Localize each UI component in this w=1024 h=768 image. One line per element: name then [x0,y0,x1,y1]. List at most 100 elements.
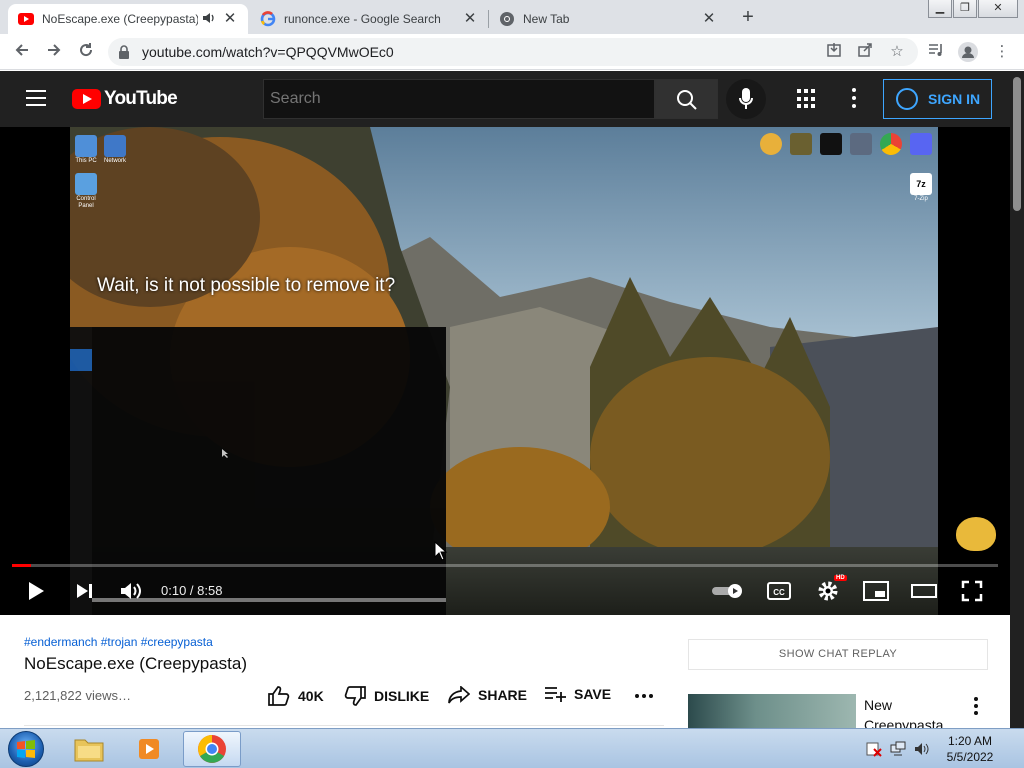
play-icon [29,582,44,600]
close-window-button[interactable]: ✕ [978,0,1018,18]
dislike-button[interactable]: DISLIKE [344,686,429,706]
file-explorer-taskbar-button[interactable] [60,731,118,767]
desktop-app-icon [848,133,874,156]
volume-button[interactable] [117,577,145,605]
subtitles-button[interactable]: CC [765,577,793,605]
install-app-icon[interactable] [824,42,844,62]
save-button[interactable]: SAVE [544,686,611,702]
browser-tab-strip: NoEscape.exe (Creepypasta) ✕ runonce.exe… [0,0,1024,34]
reload-icon[interactable] [74,40,98,64]
start-button[interactable] [8,731,44,767]
browser-menu-icon[interactable]: ⋮ [992,42,1012,62]
network-tray-icon[interactable] [890,741,906,757]
browser-toolbar: youtube.com/watch?v=QPQQVMwOEc0 ☆ ⋮ [0,34,1024,70]
lock-icon[interactable] [118,44,130,60]
settings-more-icon[interactable] [852,88,858,110]
search-box[interactable] [263,79,655,119]
theater-mode-button[interactable] [910,577,938,605]
volume-tray-icon[interactable] [914,741,930,757]
video-hashtags[interactable]: #endermanch #trojan #creepypasta [24,635,213,649]
media-player-taskbar-button[interactable] [120,731,178,767]
chrome-taskbar-button[interactable] [183,731,241,767]
control-panel-icon: Control Panel [73,173,99,210]
address-bar[interactable]: youtube.com/watch?v=QPQQVMwOEc0 [108,38,918,66]
media-control-icon[interactable] [926,42,946,62]
chrome-desktop-icon [878,133,904,156]
autoplay-toggle-icon [712,584,742,598]
seek-bar[interactable] [12,564,998,567]
voice-search-button[interactable] [726,79,766,119]
desktop-app-icon [758,133,784,156]
time-display: 0:10 / 8:58 [161,583,223,598]
view-count: 2,121,822 views… [24,688,131,703]
svg-text:CC: CC [773,588,785,597]
restore-button[interactable]: ❐ [953,0,977,18]
share-button[interactable]: SHARE [448,686,527,704]
video-player[interactable]: This PC Network Control Panel 7z 7-Zip Wa… [0,127,1010,615]
tab-title: runonce.exe - Google Search [284,12,441,26]
share-label: SHARE [478,687,528,703]
youtube-header: YouTube SIGN IN [0,71,1010,127]
fullscreen-button[interactable] [958,577,986,605]
discord-icon [908,133,934,156]
mouse-pointer-icon [434,541,448,561]
play-button[interactable] [22,577,50,605]
more-horizontal-icon [635,694,653,698]
recommended-more-icon[interactable] [970,697,982,715]
closed-captions-icon: CC [767,582,791,600]
recommended-video-thumbnail[interactable] [688,694,856,728]
scrollbar-thumb[interactable] [1013,77,1021,211]
speaker-icon[interactable] [202,12,218,27]
hd-badge: HD [834,575,847,581]
sign-in-button[interactable]: SIGN IN [883,79,992,119]
youtube-play-icon [72,89,101,109]
action-center-alert-icon[interactable] [866,741,882,757]
video-caption: Wait, is it not possible to remove it? [97,275,396,296]
7zip-icon: 7z 7-Zip [908,173,934,203]
more-actions-button[interactable] [635,694,661,698]
search-button[interactable] [655,79,718,119]
new-tab-button[interactable]: + [737,6,759,28]
home-icon [70,349,92,371]
autoplay-toggle[interactable] [710,577,746,605]
show-chat-replay-button[interactable]: SHOW CHAT REPLAY [688,639,988,670]
miniplayer-button[interactable] [862,577,890,605]
close-tab-icon[interactable]: ✕ [222,11,238,27]
bookmark-star-icon[interactable]: ☆ [887,42,907,62]
share-arrow-icon [448,686,470,704]
desktop-app-icon [788,133,814,156]
settings-button[interactable] [814,577,842,605]
close-tab-icon[interactable]: ✕ [701,11,717,27]
share-page-icon[interactable] [855,42,875,62]
forward-arrow-icon[interactable] [42,40,66,64]
network-icon: Network [102,135,128,165]
close-tab-icon[interactable]: ✕ [462,11,478,27]
tab-new-tab[interactable]: New Tab ✕ [489,4,727,34]
system-clock[interactable]: 1:20 AM 5/5/2022 [930,733,1010,765]
apps-grid-icon[interactable] [797,89,817,109]
playlist-add-icon [545,687,566,702]
profile-avatar-icon[interactable] [958,42,978,62]
miniplayer-icon [863,581,889,601]
chrome-icon [198,735,226,763]
next-video-button[interactable] [70,577,98,605]
youtube-logo[interactable]: YouTube [72,88,178,110]
page-scrollbar[interactable] [1010,71,1024,728]
microphone-icon [739,88,753,109]
chrome-icon [499,11,515,27]
player-controls: 0:10 / 8:58 CC HD [0,573,1010,609]
youtube-icon [18,11,34,27]
windows-logo-icon [17,740,35,758]
progress-played [12,564,31,567]
account-icon [896,88,918,110]
tab-youtube[interactable]: NoEscape.exe (Creepypasta) ✕ [8,4,248,34]
back-arrow-icon[interactable] [10,40,34,64]
theater-mode-icon [911,584,937,598]
like-button[interactable]: 40K [268,686,324,706]
emoji-sticker-icon [956,517,996,551]
hamburger-menu-icon[interactable] [26,90,46,106]
search-input[interactable] [264,80,654,118]
clock-date: 5/5/2022 [946,750,994,764]
tab-google-search[interactable]: runonce.exe - Google Search ✕ [250,4,488,34]
minimize-button[interactable]: ▁ [928,0,952,18]
